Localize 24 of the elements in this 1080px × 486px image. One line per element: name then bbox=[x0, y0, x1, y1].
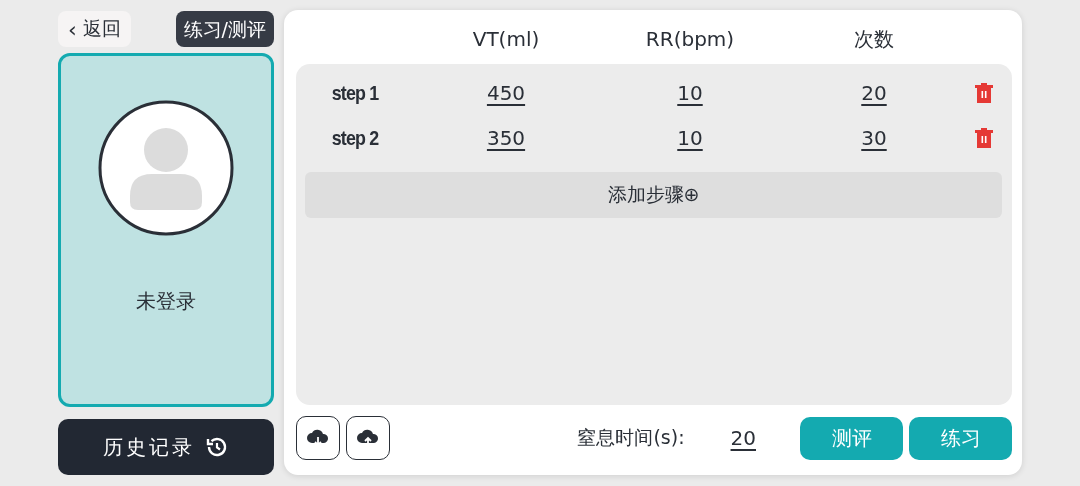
history-button[interactable]: 历史记录 bbox=[58, 419, 274, 475]
column-header: 次数 bbox=[853, 25, 895, 53]
value-field[interactable]: 10 bbox=[677, 80, 703, 105]
cloud-upload-button[interactable] bbox=[346, 416, 390, 460]
column-header: RR(bpm) bbox=[644, 27, 736, 51]
value-field[interactable]: 20 bbox=[861, 80, 887, 105]
column-header: VT(ml) bbox=[471, 27, 541, 51]
trash-icon[interactable] bbox=[975, 82, 993, 103]
mode-label: 练习/测评 bbox=[175, 11, 274, 47]
add-step-button[interactable]: 添加步骤⊕ bbox=[305, 172, 1002, 218]
cloud-download-button[interactable] bbox=[296, 416, 340, 460]
step-label: step 1 bbox=[330, 80, 380, 105]
value-field[interactable]: 350 bbox=[486, 125, 526, 150]
apnea-label: 窒息时间(s): bbox=[577, 425, 685, 450]
history-icon bbox=[205, 435, 229, 459]
back-button[interactable]: ‹ 返回 bbox=[58, 11, 131, 47]
value-field[interactable]: 450 bbox=[486, 80, 526, 105]
value-field[interactable]: 10 bbox=[677, 125, 703, 150]
value-field[interactable]: 30 bbox=[861, 125, 887, 150]
apnea-value-field[interactable]: 20 bbox=[730, 426, 756, 450]
login-status: 未登录 bbox=[136, 288, 196, 315]
trash-icon[interactable] bbox=[975, 127, 993, 148]
step-label: step 2 bbox=[330, 125, 380, 150]
avatar-icon bbox=[98, 100, 234, 236]
